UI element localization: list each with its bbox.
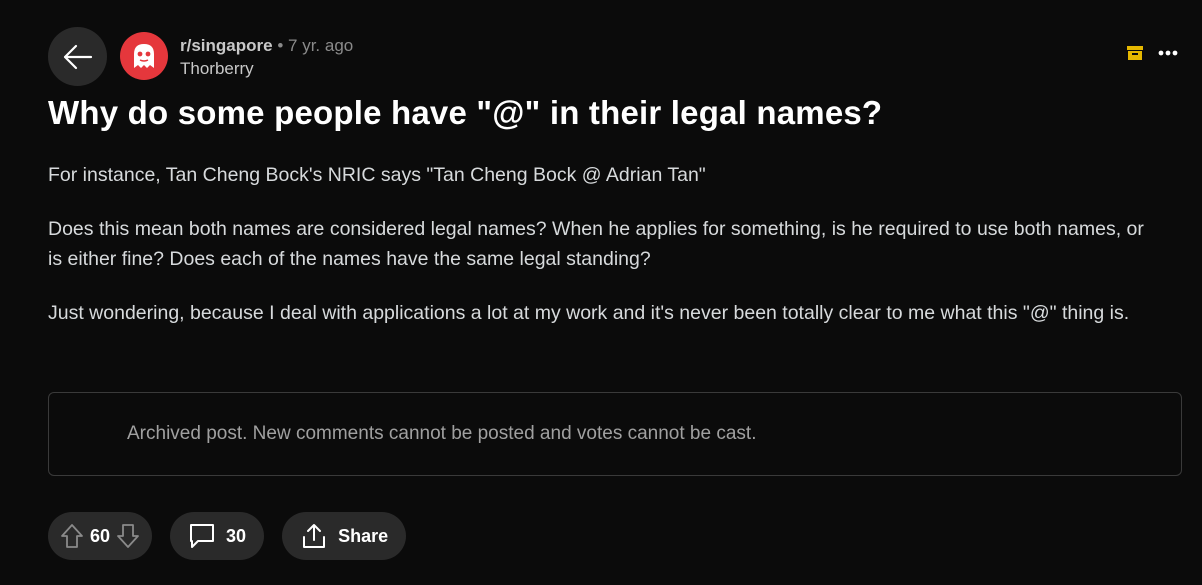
post-paragraph: Just wondering, because I deal with appl… <box>48 302 1130 324</box>
back-button[interactable] <box>48 27 107 86</box>
comments-button[interactable]: 30 <box>170 512 265 560</box>
vote-control: 60 <box>48 512 153 560</box>
share-button[interactable]: Share <box>282 512 407 560</box>
archive-icon <box>1126 44 1144 62</box>
author-link[interactable]: Thorberry <box>180 58 353 80</box>
share-label: Share <box>338 525 389 546</box>
vote-count: 60 <box>90 525 111 546</box>
post-meta: r/singapore • 7 yr. ago Thorberry <box>180 35 353 80</box>
downvote-icon[interactable] <box>116 523 140 549</box>
top-actions <box>1126 44 1178 62</box>
post-actions: 60 30 Share <box>48 512 407 560</box>
post-paragraph: For instance, Tan Cheng Bock's NRIC says… <box>48 164 706 186</box>
more-options-icon[interactable] <box>1158 50 1178 56</box>
share-icon <box>300 522 328 550</box>
back-arrow-icon <box>63 44 93 70</box>
upvote-icon[interactable] <box>60 523 84 549</box>
meta-separator: • <box>277 36 284 55</box>
post-body: For instance, Tan Cheng Bock's NRIC says… <box>48 160 1148 352</box>
post-title: Why do some people have "@" in their leg… <box>48 94 883 131</box>
post-age: 7 yr. ago <box>288 36 354 55</box>
post-paragraph: Does this mean both names are considered… <box>48 218 1144 270</box>
archived-notice: Archived post. New comments cannot be po… <box>48 392 1182 476</box>
subreddit-avatar-icon <box>128 40 160 72</box>
subreddit-link[interactable]: r/singapore <box>180 36 273 55</box>
subreddit-avatar[interactable] <box>120 32 168 80</box>
archived-notice-text: Archived post. New comments cannot be po… <box>127 423 757 444</box>
comment-count: 30 <box>226 525 247 546</box>
comment-icon <box>188 522 216 550</box>
